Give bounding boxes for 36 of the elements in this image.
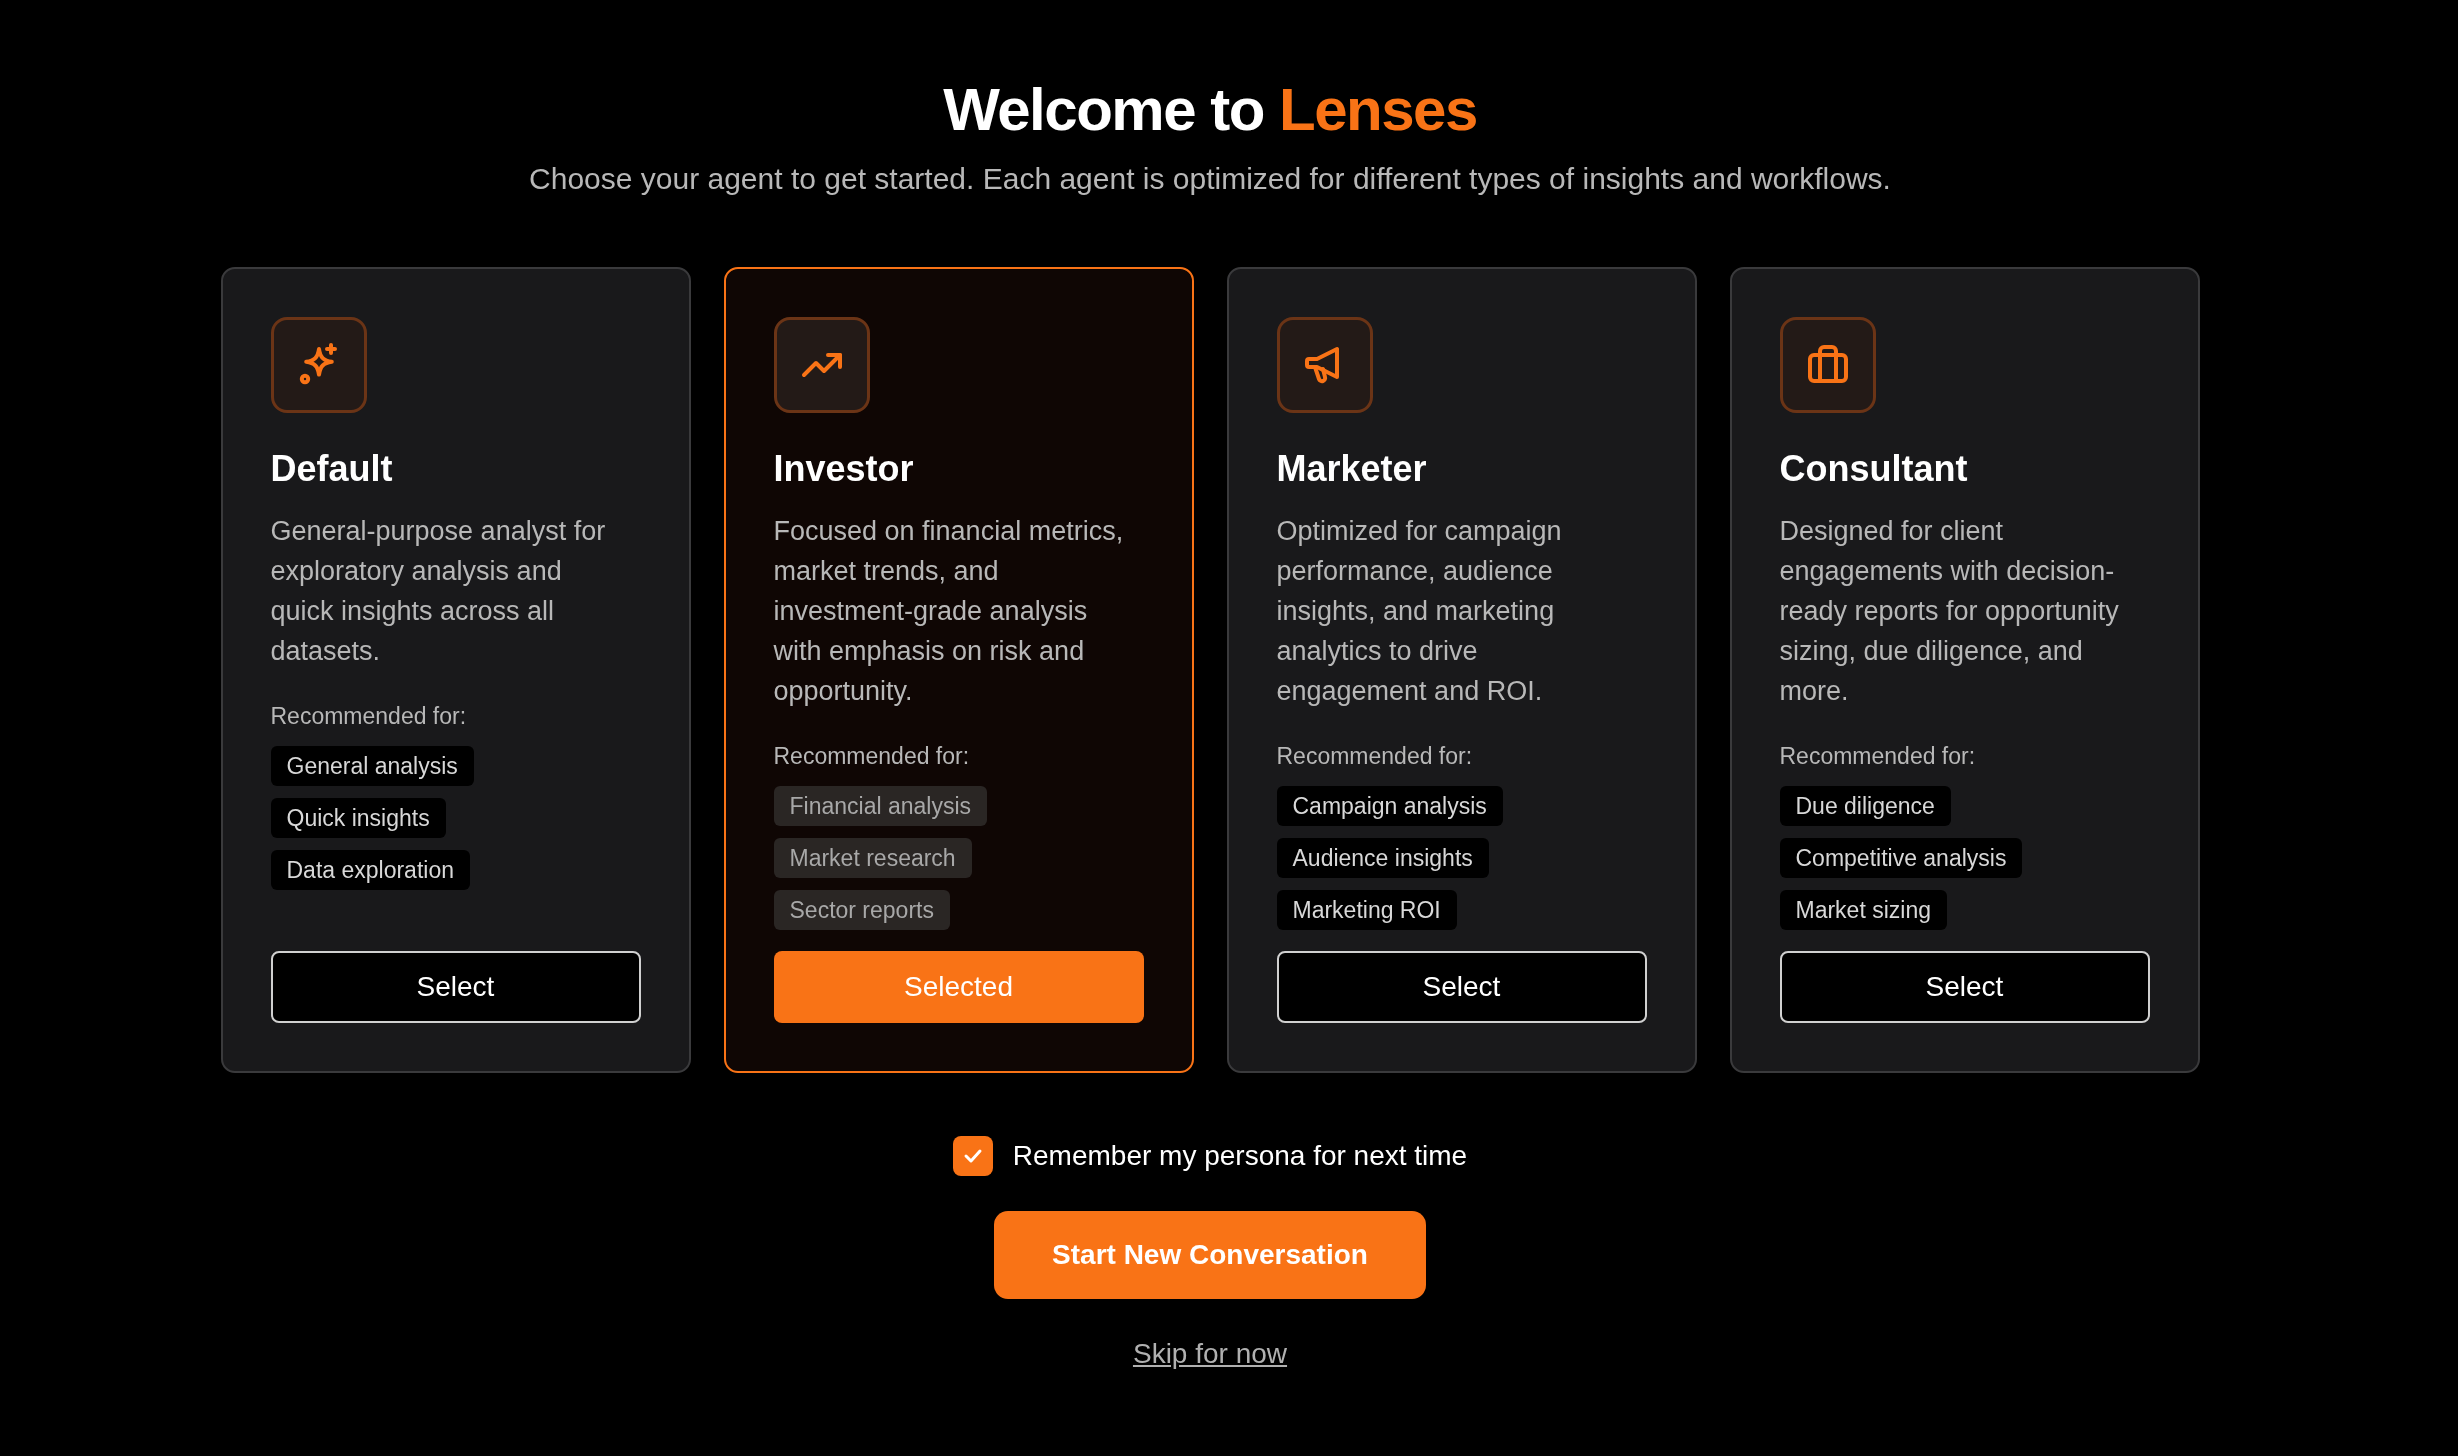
select-button[interactable]: Select — [1779, 951, 2150, 1023]
recommended-label: Recommended for: — [1276, 742, 1474, 771]
tag: Quick insights — [270, 797, 446, 838]
agent-name: Marketer — [1276, 447, 1428, 491]
recommended-label: Recommended for: — [1779, 742, 1977, 771]
tag: Market research — [773, 837, 972, 878]
agent-card[interactable]: Investor Focused on financial metrics, market trends, and investment-grade analysis with emphasis on risk and opportunity. Recommended for: Financial analysis Market research Sector reports Selected — [723, 267, 1194, 1073]
tag: Campaign analysis — [1276, 785, 1503, 826]
tag: Data exploration — [270, 849, 470, 890]
tag: Due diligence — [1779, 785, 1951, 826]
tag: Competitive analysis — [1779, 837, 2023, 878]
agent-description: Designed for client engagements with decision-ready reports for opportunity sizing, due diligence, and more. — [1779, 515, 2120, 708]
agent-description: General-purpose analyst for exploratory analysis and quick insights across all datasets. — [270, 515, 607, 668]
select-button[interactable]: Select — [270, 951, 641, 1023]
agent-description: Optimized for campaign performance, audience insights, and marketing analytics to drive engagement and ROI. — [1276, 515, 1563, 708]
select-button[interactable]: Select — [1276, 951, 1647, 1023]
tag: General analysis — [270, 745, 474, 786]
tag: Financial analysis — [773, 785, 988, 826]
page-subtitle: Choose your agent to get started. Each agent is optimized for different types of insights and workflows. — [529, 161, 1891, 197]
recommended-label: Recommended for: — [773, 742, 971, 771]
page-title: Welcome to Lenses — [943, 75, 1477, 145]
agent-description: Focused on financial metrics, market trends, and investment-grade analysis with emphasis on risk and opportunity. — [773, 515, 1125, 708]
tag: Marketing ROI — [1276, 889, 1457, 930]
checkbox-label: Remember my persona for next time — [1012, 1139, 1468, 1173]
tag: Market sizing — [1779, 889, 1947, 930]
skip-link[interactable]: Skip for now — [1132, 1333, 1288, 1375]
agent-card[interactable]: Consultant Designed for client engagements with decision-ready reports for opportunity sizing, due diligence, and more. Recommended for: Due diligence Competitive analysis Market sizing Select — [1729, 267, 2200, 1073]
checkbox[interactable] — [952, 1136, 993, 1176]
agent-card[interactable]: Default General-purpose analyst for exploratory analysis and quick insights across all datasets. Recommended for: General analysis Quick insights Data exploration Select — [220, 267, 691, 1073]
tag: Sector reports — [773, 889, 950, 930]
agent-card[interactable]: Marketer Optimized for campaign performance, audience insights, and marketing analytics to drive engagement and ROI. Recommended for: Campaign analysis Audience insights Marketing ROI Select — [1226, 267, 1697, 1073]
recommended-label: Recommended for: — [270, 702, 468, 731]
tag: Audience insights — [1276, 837, 1489, 878]
agent-name: Investor — [773, 447, 915, 491]
agent-name: Consultant — [1779, 447, 1969, 491]
agent-name: Default — [270, 447, 394, 491]
